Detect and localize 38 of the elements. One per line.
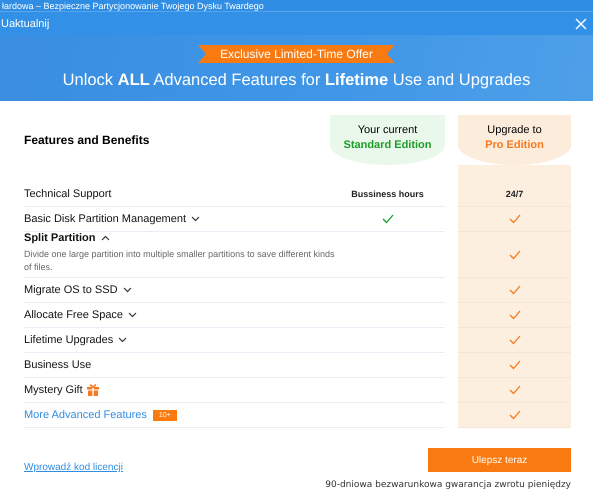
chevron-down-icon — [122, 287, 132, 293]
offer-ribbon: Exclusive Limited-Time Offer — [198, 45, 395, 63]
checkmark-icon — [508, 410, 520, 420]
checkmark-icon — [382, 214, 394, 224]
checkmark-icon — [508, 250, 520, 260]
checkmark-icon — [508, 285, 520, 295]
checkmark-icon — [508, 385, 520, 395]
feature-toggle[interactable]: Split Partition — [24, 232, 110, 244]
feature-description: Divide one large partition into multiple smaller partitions to save different kinds of files. — [24, 248, 336, 274]
feature-label: Technical Support — [24, 188, 112, 200]
gift-icon — [86, 384, 99, 396]
table-cell: 24/7 — [506, 189, 524, 199]
guarantee-text: 90-dniowa bezwarunkowa gwarancja zwrotu pieniędzy — [325, 480, 571, 490]
chevron-down-icon — [128, 312, 138, 318]
feature-toggle[interactable]: Migrate OS to SSD — [24, 284, 132, 296]
chevron-up-icon — [100, 235, 110, 241]
close-icon — [575, 18, 587, 30]
checkmark-icon — [508, 360, 520, 370]
chevron-down-icon — [118, 337, 128, 343]
table-cell: Bussiness hours — [351, 189, 424, 199]
table-heading: Features and Benefits — [24, 133, 150, 147]
edition-name: Standard Edition — [344, 138, 432, 150]
feature-label: Business Use — [24, 359, 92, 371]
window-title: Uaktualnij — [0, 18, 50, 30]
checkmark-icon — [508, 310, 520, 320]
feature-toggle[interactable]: Basic Disk Partition Management — [24, 213, 200, 225]
edition-caption: Your current — [358, 124, 418, 136]
edition-name: Pro Edition — [485, 138, 544, 150]
feature-label: Mystery Gift — [24, 384, 83, 396]
headline: Unlock ALL Advanced Features for Lifetime Use and Upgrades — [62, 71, 530, 90]
background-window-title: łardowa – Bezpieczne Partycjonowanie Twojego Dysku Twardego — [1, 1, 264, 11]
close-button[interactable] — [573, 16, 589, 32]
feature-toggle[interactable]: Allocate Free Space — [24, 309, 138, 321]
checkmark-icon — [508, 214, 520, 224]
chevron-down-icon — [191, 216, 200, 222]
edition-caption: Upgrade to — [487, 124, 542, 136]
checkmark-icon — [508, 335, 520, 345]
feature-toggle[interactable]: Lifetime Upgrades — [24, 334, 128, 346]
